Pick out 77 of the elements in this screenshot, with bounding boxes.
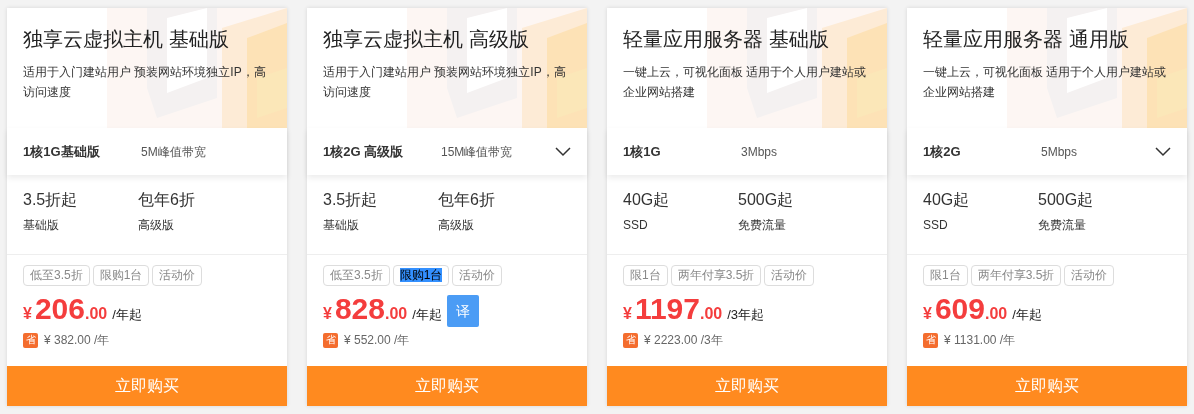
currency-symbol: ¥ [923,304,932,324]
promo-tag: 低至3.5折 [323,265,390,286]
feature-label: SSD [623,217,649,234]
feature-label: 基础版 [23,217,60,234]
card-title: 独享云虚拟主机 高级版 [323,27,530,52]
buy-button[interactable]: 立即购买 [7,366,287,406]
card-description: 一键上云，可视化面板 适用于个人用户建站或企业网站搭建 [923,64,1168,101]
save-badge: 省 [923,332,938,348]
feature-label: 免费流量 [738,217,787,234]
saving-amount: ¥ 1131.00 /年 [944,332,1016,349]
price-unit: /年起 [112,306,142,324]
price-decimals: .00 [700,304,723,324]
feature-label: 高级版 [438,217,475,234]
price-amount: 828 [334,292,385,326]
price-unit: /年起 [412,306,442,324]
promo-tag: 限1台 [623,265,668,286]
currency-symbol: ¥ [323,304,332,324]
save-badge: 省 [323,332,338,348]
spec-selector[interactable]: 1核1G基础版 5M峰值带宽 [7,128,287,175]
feature-value: 500G起 [1038,190,1095,210]
price-decimals: .00 [384,304,408,324]
feature-value: 500G起 [738,190,795,210]
promo-tag: 低至3.5折 [23,265,90,286]
feature-value: 3.5折起 [323,190,379,210]
bandwidth-label: 5Mbps [1041,143,1078,161]
saving-amount: ¥ 2223.00 /3年 [644,332,723,349]
promo-tag: 限购1台 [392,265,450,286]
promo-tag: 活动价 [152,265,203,286]
card-title: 轻量应用服务器 通用版 [923,27,1130,52]
saving-amount: ¥ 552.00 /年 [344,332,410,349]
feature-label: 免费流量 [1038,217,1087,234]
feature-label: 基础版 [323,217,360,234]
bandwidth-label: 15M峰值带宽 [441,143,513,161]
spec-label: 1核1G [623,142,662,161]
price-amount: 609 [934,292,985,326]
save-badge: 省 [23,332,38,348]
feature-value: 包年6折 [438,190,496,210]
price-decimals: .00 [984,304,1008,324]
translate-button[interactable]: 译 [447,295,479,327]
currency-symbol: ¥ [623,304,632,324]
price-unit: /3年起 [727,306,765,324]
card-title: 独享云虚拟主机 基础版 [23,27,230,52]
spec-label: 1核1G基础版 [23,142,101,161]
bandwidth-label: 3Mbps [741,143,778,161]
feature-label: SSD [923,217,949,234]
promo-tag: 限1台 [923,265,968,286]
promo-tag: 限购1台 [92,265,150,286]
card-description: 适用于入门建站用户 预装网站环境独立IP，高访问速度 [323,64,567,101]
price-unit: /年起 [1012,306,1042,324]
spec-label: 1核2G [923,142,962,161]
buy-button[interactable]: 立即购买 [907,366,1187,406]
promo-tag: 两年付享3.5折 [970,265,1062,286]
spec-selector[interactable]: 1核2G 5Mbps [907,128,1187,175]
promo-tag: 活动价 [1064,265,1115,286]
feature-value: 40G起 [623,190,671,210]
price-decimals: .00 [84,304,108,324]
bandwidth-label: 5M峰值带宽 [141,143,206,161]
promo-tag: 活动价 [452,265,503,286]
buy-button[interactable]: 立即购买 [307,366,587,406]
buy-button[interactable]: 立即购买 [607,366,887,406]
feature-value: 3.5折起 [23,190,79,210]
spec-selector[interactable]: 1核2G 高级版 15M峰值带宽 [307,128,587,175]
currency-symbol: ¥ [23,304,32,324]
card-description: 适用于入门建站用户 预装网站环境独立IP，高访问速度 [23,64,267,101]
spec-selector[interactable]: 1核1G 3Mbps [607,128,887,175]
feature-value: 40G起 [923,190,971,210]
card-description: 一键上云，可视化面板 适用于个人用户建站或企业网站搭建 [623,64,868,101]
saving-amount: ¥ 382.00 /年 [44,332,110,349]
spec-label: 1核2G 高级版 [323,142,405,161]
price-amount: 1197 [634,292,700,326]
card-title: 轻量应用服务器 基础版 [623,27,830,52]
feature-label: 高级版 [138,217,175,234]
promo-tag: 两年付享3.5折 [670,265,762,286]
price-amount: 206 [34,292,85,326]
save-badge: 省 [623,332,638,348]
feature-value: 包年6折 [138,190,196,210]
promo-tag: 活动价 [764,265,815,286]
